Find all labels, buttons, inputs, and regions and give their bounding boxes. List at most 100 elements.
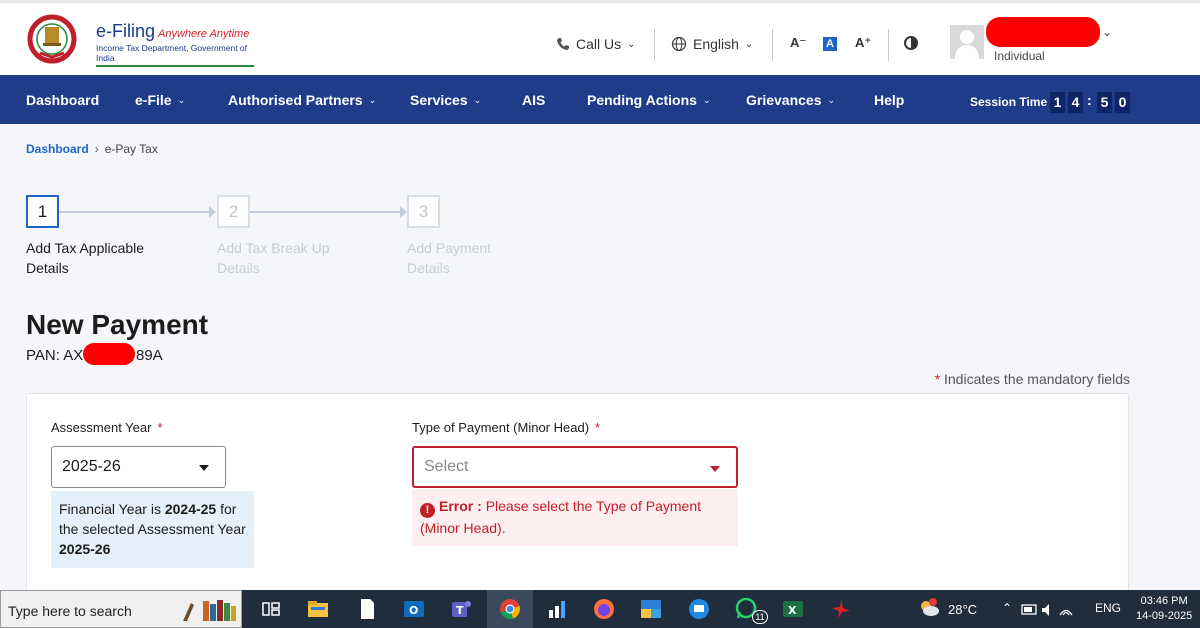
pan-prefix: PAN: AX <box>26 347 84 364</box>
redacted-pan <box>83 343 135 365</box>
header-divider <box>654 29 655 61</box>
chevron-down-icon: ⌄ <box>473 94 482 105</box>
nav-item-label: Pending Actions <box>587 92 697 108</box>
step-connector <box>250 211 400 213</box>
chevron-up-icon[interactable]: ⌃ <box>1002 601 1012 615</box>
font-normal-button[interactable]: A <box>823 37 837 51</box>
svg-text:X: X <box>788 604 797 617</box>
task-view-icon[interactable] <box>258 596 284 622</box>
required-asterisk: * <box>157 420 163 435</box>
financial-year-info: Financial Year is 2024-25 for the select… <box>51 491 254 568</box>
teams-icon[interactable]: T <box>448 596 474 622</box>
payment-type-label: Type of Payment (Minor Head) * <box>412 420 600 435</box>
nav-item-label: Grievances <box>746 92 822 108</box>
chevron-down-icon: ⌄ <box>368 94 377 105</box>
info-assessment-year: 2025-26 <box>59 541 111 557</box>
site-header: e-Filing Anywhere Anytime Income Tax Depa… <box>0 3 1200 75</box>
breadcrumb-dashboard-link[interactable]: Dashboard <box>26 142 89 156</box>
nav-item-grievances[interactable]: Grievances ⌄ <box>746 92 835 108</box>
nav-item-e-file[interactable]: e-File ⌄ <box>135 92 185 108</box>
step-3-indicator: 3 <box>407 195 440 228</box>
contrast-toggle-icon[interactable] <box>904 36 918 50</box>
books-search-highlight-icon <box>183 600 236 621</box>
chevron-down-icon[interactable]: ⌄ <box>1102 25 1112 39</box>
info-financial-year: 2024-25 <box>164 501 217 517</box>
whatsapp-notification-badge: 11 <box>752 610 768 624</box>
nav-item-label: Dashboard <box>26 92 100 108</box>
session-digit: 0 <box>1115 92 1130 113</box>
grid-app-icon[interactable] <box>638 596 664 622</box>
logo-title[interactable]: e-Filing Anywhere Anytime <box>96 21 249 42</box>
chevron-down-icon: ⌄ <box>744 38 754 50</box>
step-label-line: Add Tax Applicable <box>26 240 145 256</box>
error-label: Error : <box>439 498 482 514</box>
excel-icon[interactable]: X <box>780 596 806 622</box>
outlook-icon[interactable]: O <box>401 596 427 622</box>
chevron-down-icon: ⌄ <box>627 38 636 50</box>
step-1-indicator: 1 <box>26 195 59 228</box>
font-increase-button[interactable]: A⁺ <box>855 35 871 51</box>
font-decrease-button[interactable]: A⁻ <box>790 35 806 51</box>
redacted-user-name <box>986 17 1100 47</box>
logo-subtitle: Income Tax Department, Government of Ind… <box>96 43 254 67</box>
taskbar-clock[interactable]: 03:46 PM 14-09-2025 <box>1136 594 1192 624</box>
remote-desktop-icon[interactable] <box>686 596 712 622</box>
nav-item-pending-actions[interactable]: Pending Actions ⌄ <box>587 92 710 108</box>
clock-date: 14-09-2025 <box>1136 610 1193 622</box>
nav-item-authorised-partners[interactable]: Authorised Partners ⌄ <box>228 92 376 108</box>
file-explorer-icon[interactable] <box>305 596 331 622</box>
taskbar-search-box[interactable]: Type here to search <box>0 590 242 628</box>
acrobat-pdf-icon[interactable] <box>828 596 854 622</box>
nav-item-help[interactable]: Help <box>874 92 904 108</box>
nav-item-label: AIS <box>522 92 546 108</box>
taskbar-search-placeholder: Type here to search <box>8 603 132 619</box>
assessment-year-select[interactable]: 2025-26 <box>51 446 226 488</box>
input-language-indicator[interactable]: ENG <box>1095 601 1121 615</box>
nav-item-label: Help <box>874 92 905 108</box>
chrome-icon[interactable] <box>497 596 523 622</box>
step-3-label: Add Payment Details <box>407 238 547 278</box>
breadcrumb-separator: › <box>94 142 99 156</box>
user-type-label: Individual <box>994 49 1045 63</box>
income-tax-emblem-icon[interactable] <box>26 13 90 65</box>
session-digit: 5 <box>1097 92 1112 113</box>
system-tray-icons[interactable] <box>1020 600 1076 620</box>
step-label-line: Details <box>26 260 69 276</box>
caret-down-icon <box>710 466 720 472</box>
payment-type-select[interactable]: Select <box>412 446 738 488</box>
step-label-line: Details <box>407 260 450 276</box>
nav-item-ais[interactable]: AIS <box>522 92 545 108</box>
pan-suffix: 89A <box>136 347 163 364</box>
mandatory-fields-note: * Indicates the mandatory fields <box>935 371 1130 387</box>
clock-time: 03:46 PM <box>1140 595 1188 607</box>
windows-taskbar: Type here to search O T 11 X 28°C ⌃ ENG … <box>0 590 1200 628</box>
required-asterisk: * <box>934 371 941 387</box>
nav-item-services[interactable]: Services ⌄ <box>410 92 481 108</box>
main-navigation: Dashboard e-File ⌄ Authorised Partners ⌄… <box>0 75 1200 124</box>
nav-item-label: Authorised Partners <box>228 92 363 108</box>
payment-type-placeholder: Select <box>424 458 469 475</box>
language-dropdown[interactable]: English ⌄ <box>671 36 753 52</box>
svg-text:T: T <box>456 604 464 617</box>
svg-text:O: O <box>409 604 418 617</box>
weather-icon[interactable] <box>918 598 940 618</box>
session-time-label: Session Time <box>970 95 1048 109</box>
chevron-down-icon: ⌄ <box>827 94 836 105</box>
avatar[interactable] <box>950 25 984 59</box>
breadcrumb-current: e-Pay Tax <box>104 142 158 156</box>
header-divider <box>888 29 889 61</box>
call-us-dropdown[interactable]: Call Us ⌄ <box>556 36 636 52</box>
analytics-chart-icon[interactable] <box>545 596 571 622</box>
assessment-year-label-text: Assessment Year <box>51 420 152 435</box>
weather-temperature: 28°C <box>948 602 978 617</box>
firefox-icon[interactable] <box>591 596 617 622</box>
required-asterisk: * <box>595 420 601 435</box>
document-icon[interactable] <box>354 596 380 622</box>
chevron-down-icon: ⌄ <box>177 94 186 105</box>
nav-item-dashboard[interactable]: Dashboard <box>26 92 99 108</box>
step-2-label: Add Tax Break Up Details <box>217 238 357 278</box>
info-text: Financial Year is <box>59 501 161 517</box>
breadcrumb: Dashboard › e-Pay Tax <box>26 142 158 156</box>
logo-tagline: Anywhere Anytime <box>158 28 250 40</box>
mandatory-note-text: Indicates the mandatory fields <box>944 371 1130 387</box>
